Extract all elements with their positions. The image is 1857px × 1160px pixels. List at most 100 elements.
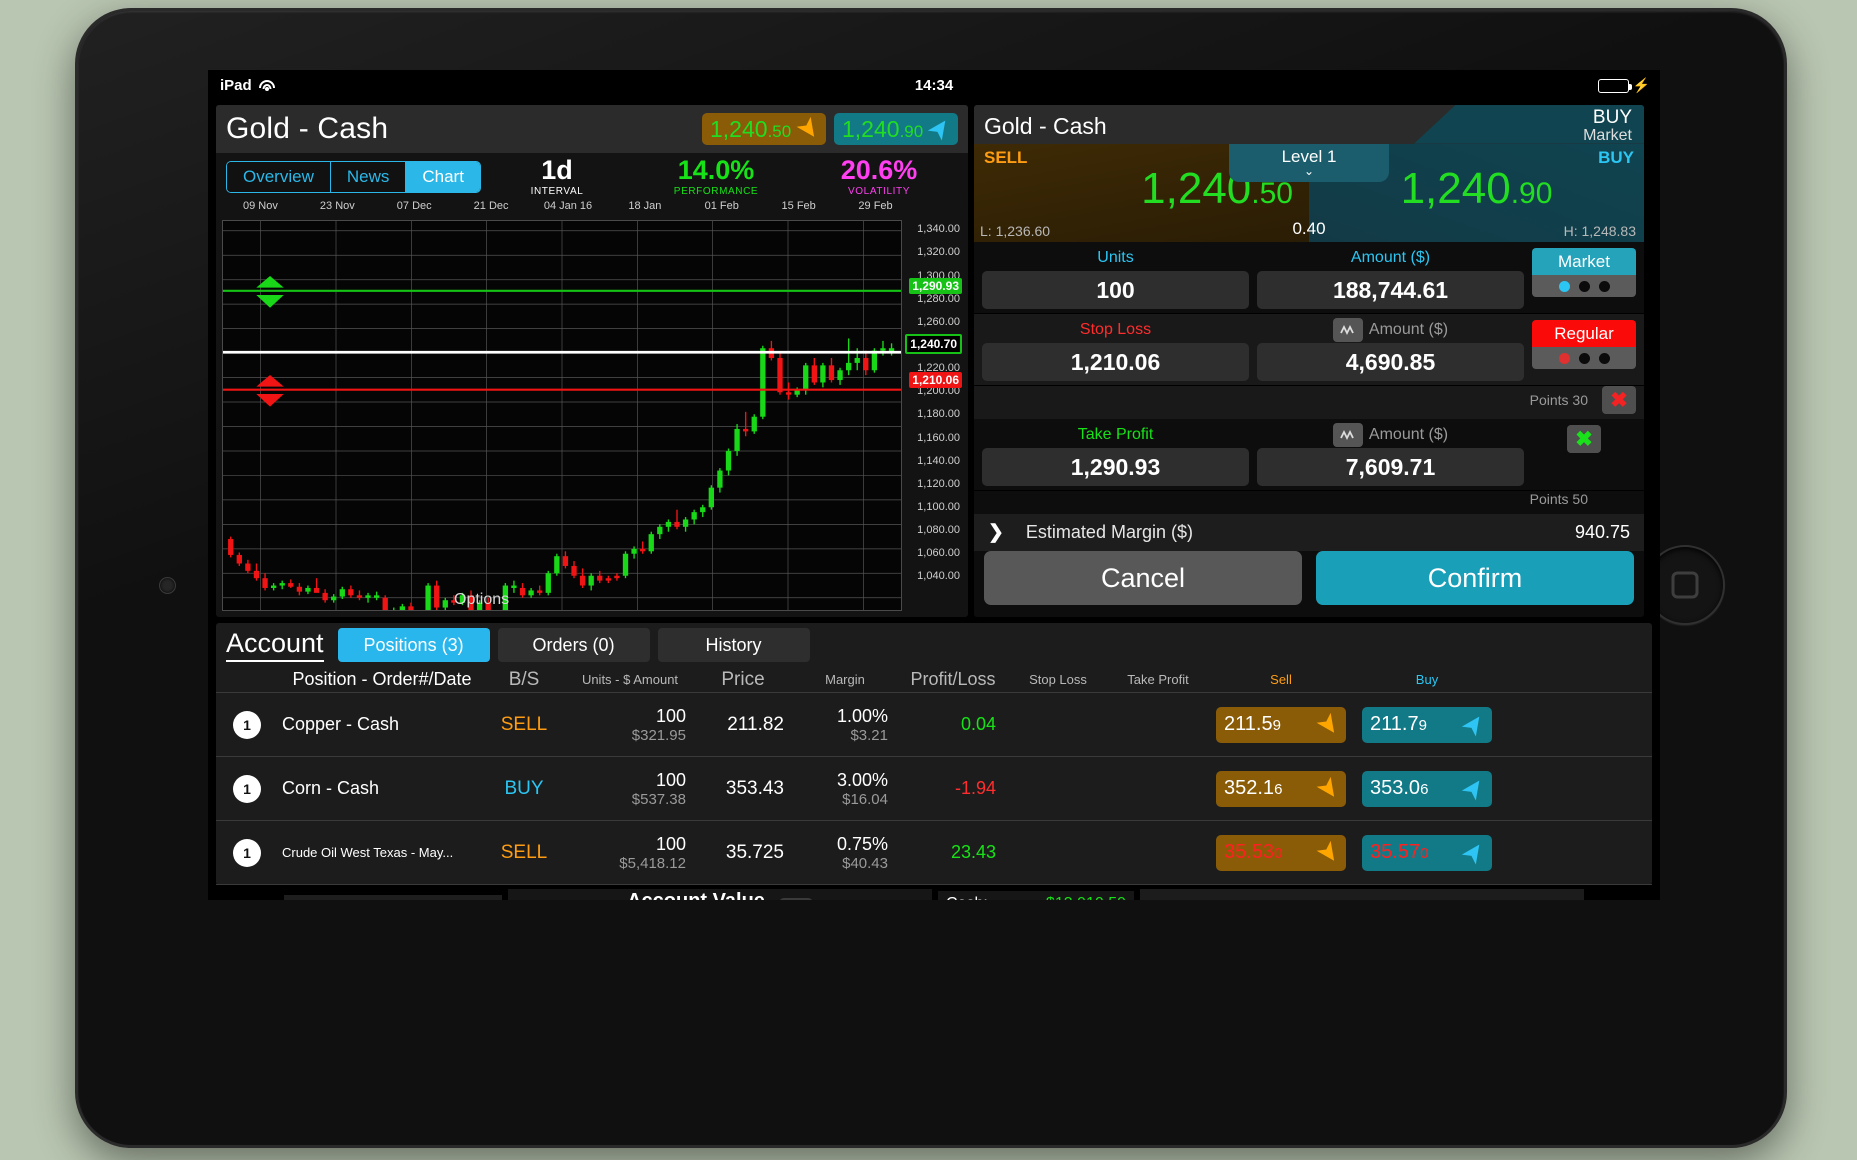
stop-type-dot-2[interactable] [1578,352,1590,364]
charging-bolt-icon: ⚡ [1632,77,1650,93]
header-sell-button[interactable]: 1,240.50 ➤ [702,113,826,145]
tab-history[interactable]: History [657,628,810,662]
units-input[interactable]: 100 [982,271,1249,310]
row-margin: 3.00% $16.04 [836,769,888,808]
row-sell-button[interactable]: 211.59 ➤ [1216,706,1346,743]
row-profit-loss: 23.43 [950,842,996,862]
chart-area[interactable]: 09 Nov 23 Nov 07 Dec 21 Dec 04 Jan 16 18 Jan 0… [222,200,962,633]
row-instrument-name: Crude Oil West Texas - May... [282,845,454,860]
take-profit-label: Take Profit [1077,426,1154,444]
tab-overview[interactable]: Overview [227,161,331,192]
chart-view-tabs: Overview News Chart [226,160,481,193]
stop-loss-amount-field[interactable]: Amount ($) 4,690.85 [1257,318,1524,382]
table-row[interactable]: 1 Crude Oil West Texas - May... SELL 100 $5,… [216,821,1652,885]
ticket-side-indicator: BUY Market [1414,105,1644,144]
row-index: 1 [216,774,278,803]
ticket-units-row: Units 100 Amount ($) 188,744.61 Market [974,242,1644,315]
stop-loss-points-row: Points 30 ✖ [974,386,1644,420]
gear-icon[interactable] [1590,898,1652,900]
y-tick: 1,120.00 [917,477,960,490]
trailing-toggle-icon[interactable] [1332,423,1363,448]
cancel-button[interactable]: Cancel [984,551,1302,605]
trailing-toggle-icon[interactable] [1332,318,1363,343]
x-tick: 15 Feb [781,200,816,212]
amount-field[interactable]: Amount ($) 188,744.61 [1257,248,1524,310]
take-profit-input[interactable]: 1,290.93 [982,448,1249,487]
tab-orders[interactable]: Orders (0) [497,628,650,662]
stop-loss-type-dots[interactable] [1532,347,1636,370]
tab-news[interactable]: News [330,161,407,192]
estimated-margin-row[interactable]: ❯ Estimated Margin ($) 940.75 [974,514,1644,551]
order-type-dot-3[interactable] [1598,280,1610,292]
row-units: 100 $5,418.12 [619,833,686,872]
row-buy-button[interactable]: 353.06 ➤ [1362,770,1492,807]
stop-loss-type-selector[interactable]: Regular [1532,320,1636,370]
tab-chart[interactable]: Chart [406,161,480,192]
chart-panel: Gold - Cash 1,240.50 ➤ 1,240.90 ➤ Overvi… [216,105,968,633]
stop-type-dot-1[interactable] [1558,352,1570,364]
price-marker-current-price[interactable]: 1,240.70 [905,334,962,355]
row-instrument-name: Copper - Cash [282,714,400,734]
news-ticker[interactable]: ❮ 01/03/16 14:34 NASDAQ TRADE HALT VOLAT… [1140,889,1584,900]
y-tick: 1,280.00 [917,292,960,305]
chart-y-axis: 1,340.00 1,320.00 1,300.00 1,280.00 1,260.00… [902,220,962,611]
trade-ticket-panel: Gold - Cash BUY Market SELL 1,240.50 L: … [974,105,1644,617]
table-row[interactable]: 1 Copper - Cash SELL 100 $321.95 211.82 1.00% $… [216,693,1652,757]
units-field[interactable]: Units 100 [982,248,1249,310]
level-selector[interactable]: Level 1 ⌄ [1229,143,1389,182]
stat-interval[interactable]: 1d INTERVAL [482,156,632,197]
col-margin: Margin [825,672,865,687]
row-buy-button[interactable]: 211.79 ➤ [1362,706,1492,743]
y-tick: 1,180.00 [917,408,960,421]
row-buy-button[interactable]: 35.570 ➤ [1362,834,1492,871]
market-order-button[interactable]: Market [1532,248,1636,276]
cash-value: $13,910.59 [1046,895,1126,900]
y-tick: 1,060.00 [917,547,960,560]
price-marker-take-profit[interactable]: 1,290.93 [909,278,962,295]
info-icon[interactable]: i [778,898,813,900]
status-bar-clock: 14:34 [914,77,954,94]
candlestick-plot[interactable] [222,220,902,633]
chart-tabs-and-stats: Overview News Chart 1d INTERVAL 14.0% PE… [216,153,968,200]
regular-stop-button[interactable]: Regular [1532,320,1636,348]
table-header-row: Position - Order#/Date B/S Units - $ Amo… [216,667,1652,693]
col-buy: Buy [1415,672,1439,687]
order-type-selector[interactable]: Market [1532,248,1636,298]
header-buy-button[interactable]: 1,240.90 ➤ [834,113,958,145]
row-sell-button[interactable]: 352.16 ➤ [1216,770,1346,807]
row-profit-loss: -1.94 [954,778,996,798]
ticket-low-value: L: 1,236.60 [980,223,1051,240]
chevron-left-icon[interactable]: ❮ [1150,900,1190,901]
take-profit-amount-field[interactable]: Amount ($) 7,609.71 [1257,423,1524,487]
stop-type-dot-3[interactable] [1598,352,1610,364]
take-profit-amount-input[interactable]: 7,609.71 [1257,448,1524,487]
table-row[interactable]: 1 Corn - Cash BUY 100 $537.38 353.43 3.00% $16.… [216,757,1652,821]
amount-input[interactable]: 188,744.61 [1257,271,1524,310]
take-profit-points-row: Points 50 [974,491,1644,512]
price-marker-stop-loss[interactable]: 1,210.06 [909,371,962,388]
take-profit-field[interactable]: Take Profit 1,290.93 [982,425,1249,487]
total-margin-line: Total Margin: $59.68 [284,895,502,900]
stop-loss-amount-input[interactable]: 4,690.85 [1257,343,1524,382]
stop-loss-input[interactable]: 1,210.06 [982,343,1249,382]
tab-positions[interactable]: Positions (3) [337,628,490,662]
order-type-dot-1[interactable] [1558,280,1570,292]
arrow-down-icon: ➤ [1311,772,1346,805]
clear-stop-loss-button[interactable]: ✖ [1602,386,1636,415]
options-label[interactable]: Options [454,591,509,609]
x-tick: 23 Nov [319,200,355,212]
col-bs: B/S [508,668,540,690]
stop-loss-field[interactable]: Stop Loss 1,210.06 [982,320,1249,382]
y-tick: 1,040.00 [917,570,960,583]
confirm-button[interactable]: Confirm [1316,551,1634,605]
ticket-high-value: H: 1,248.83 [1563,223,1636,240]
take-profit-points: Points 50 [1529,491,1588,508]
clear-take-profit-button[interactable]: ✖ [1567,425,1601,454]
order-type-dots[interactable] [1532,275,1636,298]
front-camera [159,577,176,594]
app-screen: iPad 14:34 ⚡ Gold - Cash 1,240.50 ➤ 1,24… [208,70,1660,900]
total-margin-label: Total Margin: [292,898,372,900]
x-tick: 18 Jan [628,200,662,212]
order-type-dot-2[interactable] [1578,280,1590,292]
row-sell-button[interactable]: 35.530 ➤ [1216,834,1346,871]
